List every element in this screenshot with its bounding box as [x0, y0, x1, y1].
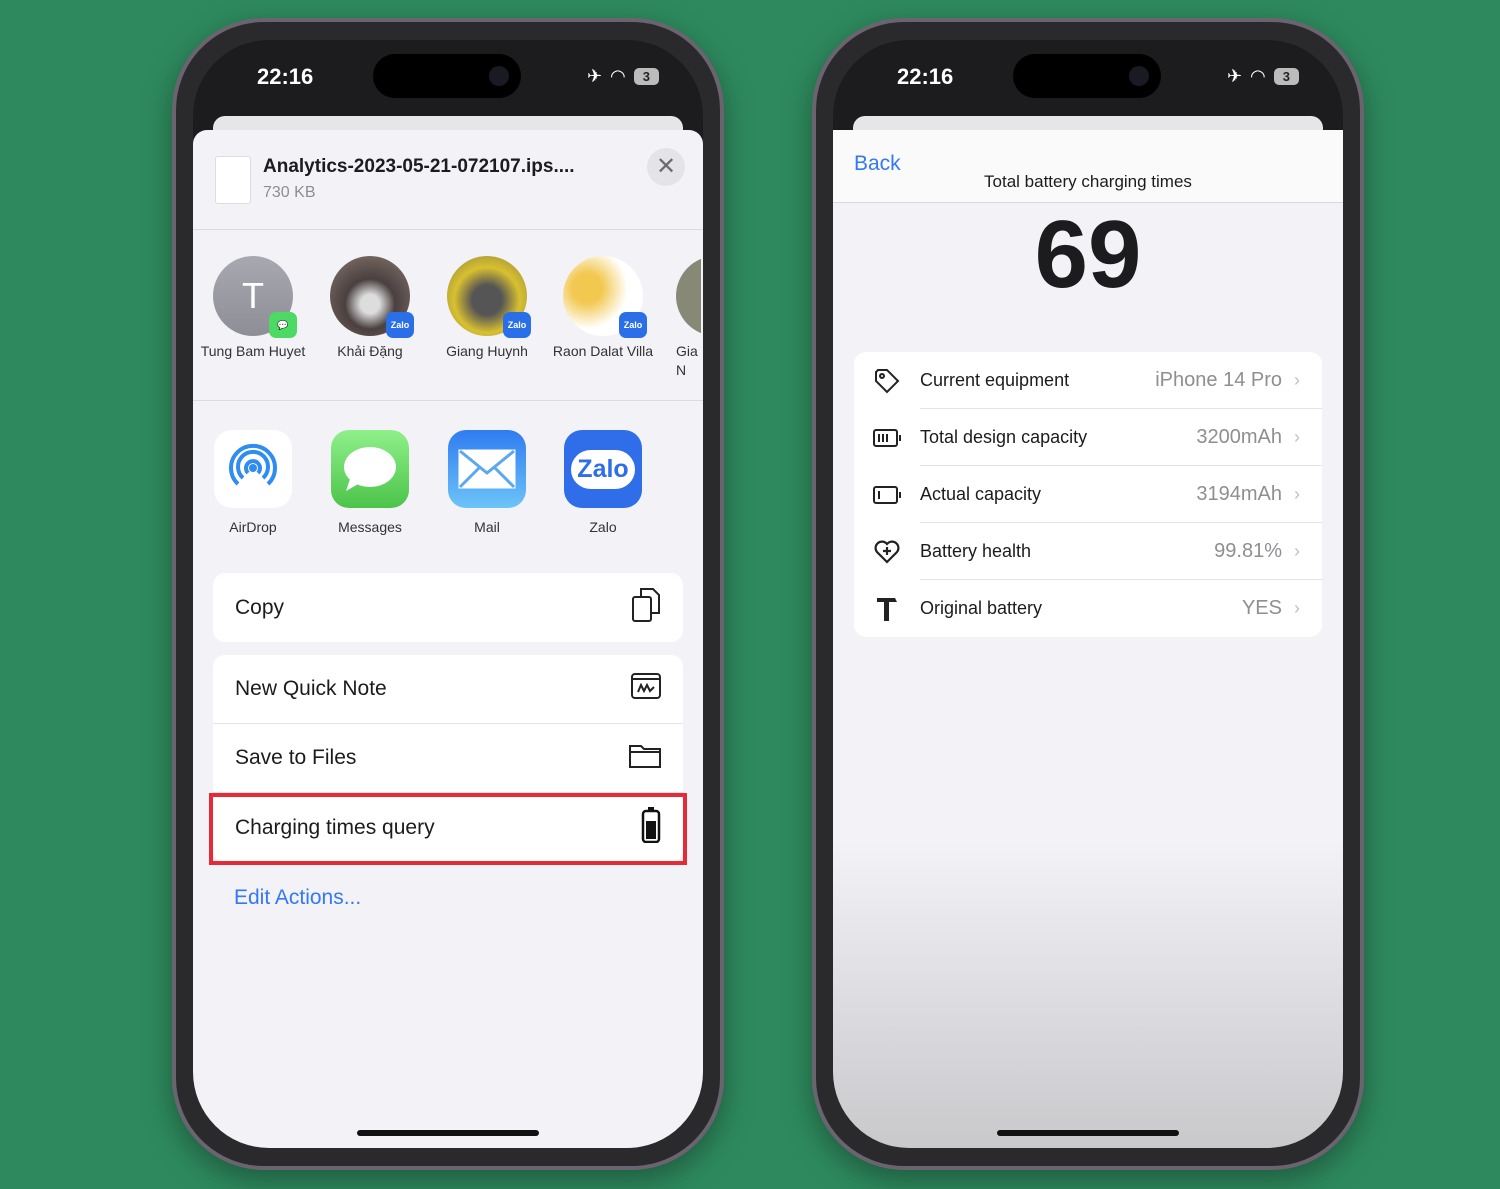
clock: 22:16 [257, 64, 314, 89]
zalo-icon: Zalo [564, 430, 642, 508]
row-total-design-capacity[interactable]: Total design capacity 3200mAh › [854, 409, 1322, 466]
contact-raon-dalat-villa[interactable]: Zalo Raon Dalat Villa [548, 256, 658, 361]
hammer-icon [854, 596, 920, 622]
copy-group: Copy [213, 573, 683, 642]
copy-icon [631, 587, 661, 629]
file-icon [215, 156, 251, 204]
dynamic-island [373, 54, 521, 98]
battery-low-icon [854, 485, 920, 504]
airdrop-icon [214, 430, 292, 508]
quick-note-icon [631, 673, 661, 705]
avatar: Zalo [330, 256, 414, 338]
right-phone: 22:16 ✈ ◠ 3 Back Total battery charging ti… [812, 18, 1364, 1170]
avatar: Zalo [447, 256, 531, 338]
avatar: Zalo [563, 256, 647, 338]
app-messages[interactable]: Messages [315, 430, 425, 537]
avatar [676, 256, 701, 336]
heart-plus-icon [854, 540, 920, 564]
row-current-equipment[interactable]: Current equipment iPhone 14 Pro › [854, 352, 1322, 409]
tag-icon [854, 368, 920, 394]
edit-actions-link[interactable]: Edit Actions... [234, 886, 361, 910]
contact-tung-bam-huyet[interactable]: T 💬 Tung Bam Huyet [198, 256, 308, 361]
wifi-icon: ◠ [610, 66, 626, 86]
highlight-box [209, 793, 687, 865]
battery-info-list: Current equipment iPhone 14 Pro › Total de… [854, 352, 1322, 637]
contact-khai-dang[interactable]: Zalo Khải Đặng [315, 256, 425, 361]
wifi-icon: ◠ [1250, 66, 1266, 86]
clock: 22:16 [897, 64, 954, 89]
airplane-icon: ✈ [586, 66, 603, 86]
home-indicator [997, 1130, 1179, 1136]
mail-icon [448, 430, 526, 508]
left-phone: 22:16 ✈ ◠ 3 Analytics-2023-05-21-072107.ip… [172, 18, 724, 1170]
app-mail[interactable]: Mail [432, 430, 542, 537]
battery-icon: 3 [633, 68, 659, 85]
battery-icon: 3 [1273, 68, 1299, 85]
charging-count: 69 [1034, 201, 1142, 308]
new-quick-note-action[interactable]: New Quick Note [213, 655, 683, 724]
save-to-files-action[interactable]: Save to Files [213, 724, 683, 793]
share-sheet: Analytics-2023-05-21-072107.ips.... 730 … [193, 130, 703, 1148]
avatar: T 💬 [213, 256, 297, 338]
chevron-right-icon: › [1294, 598, 1300, 618]
share-header: Analytics-2023-05-21-072107.ips.... 730 … [193, 130, 703, 230]
charging-title: Total battery charging times [984, 172, 1192, 191]
dynamic-island [1013, 54, 1161, 98]
file-size: 730 KB [263, 184, 316, 201]
row-battery-health[interactable]: Battery health 99.81% › [854, 523, 1322, 580]
chevron-right-icon: › [1294, 484, 1300, 504]
zalo-badge-icon: Zalo [386, 312, 414, 338]
file-name: Analytics-2023-05-21-072107.ips.... [263, 156, 575, 177]
chevron-right-icon: › [1294, 370, 1300, 390]
folder-icon [629, 742, 661, 774]
battery-sheet: Back Total battery charging times 69 Cur… [833, 130, 1343, 1148]
app-zalo[interactable]: Zalo Zalo [548, 430, 658, 537]
close-button[interactable]: ✕ [647, 148, 685, 186]
contact-gia[interactable]: Gia N [663, 256, 701, 380]
zalo-badge-icon: Zalo [503, 312, 531, 338]
messages-icon [331, 430, 409, 508]
airplane-icon: ✈ [1226, 66, 1243, 86]
chevron-right-icon: › [1294, 541, 1300, 561]
app-airdrop[interactable]: AirDrop [198, 430, 308, 537]
row-original-battery[interactable]: Original battery YES › [854, 580, 1322, 637]
contact-giang-huynh[interactable]: Zalo Giang Huynh [432, 256, 542, 361]
battery-full-icon [854, 428, 920, 447]
home-indicator [357, 1130, 539, 1136]
row-actual-capacity[interactable]: Actual capacity 3194mAh › [854, 466, 1322, 523]
chevron-right-icon: › [1294, 427, 1300, 447]
battery-screen: 22:16 ✈ ◠ 3 Back Total battery charging ti… [833, 40, 1343, 1148]
copy-action[interactable]: Copy [213, 573, 683, 642]
nav-bar: Back [833, 130, 1343, 203]
zalo-badge-icon: Zalo [619, 312, 647, 338]
share-sheet-screen: 22:16 ✈ ◠ 3 Analytics-2023-05-21-072107.ip… [193, 40, 703, 1148]
messages-badge-icon: 💬 [269, 312, 297, 338]
